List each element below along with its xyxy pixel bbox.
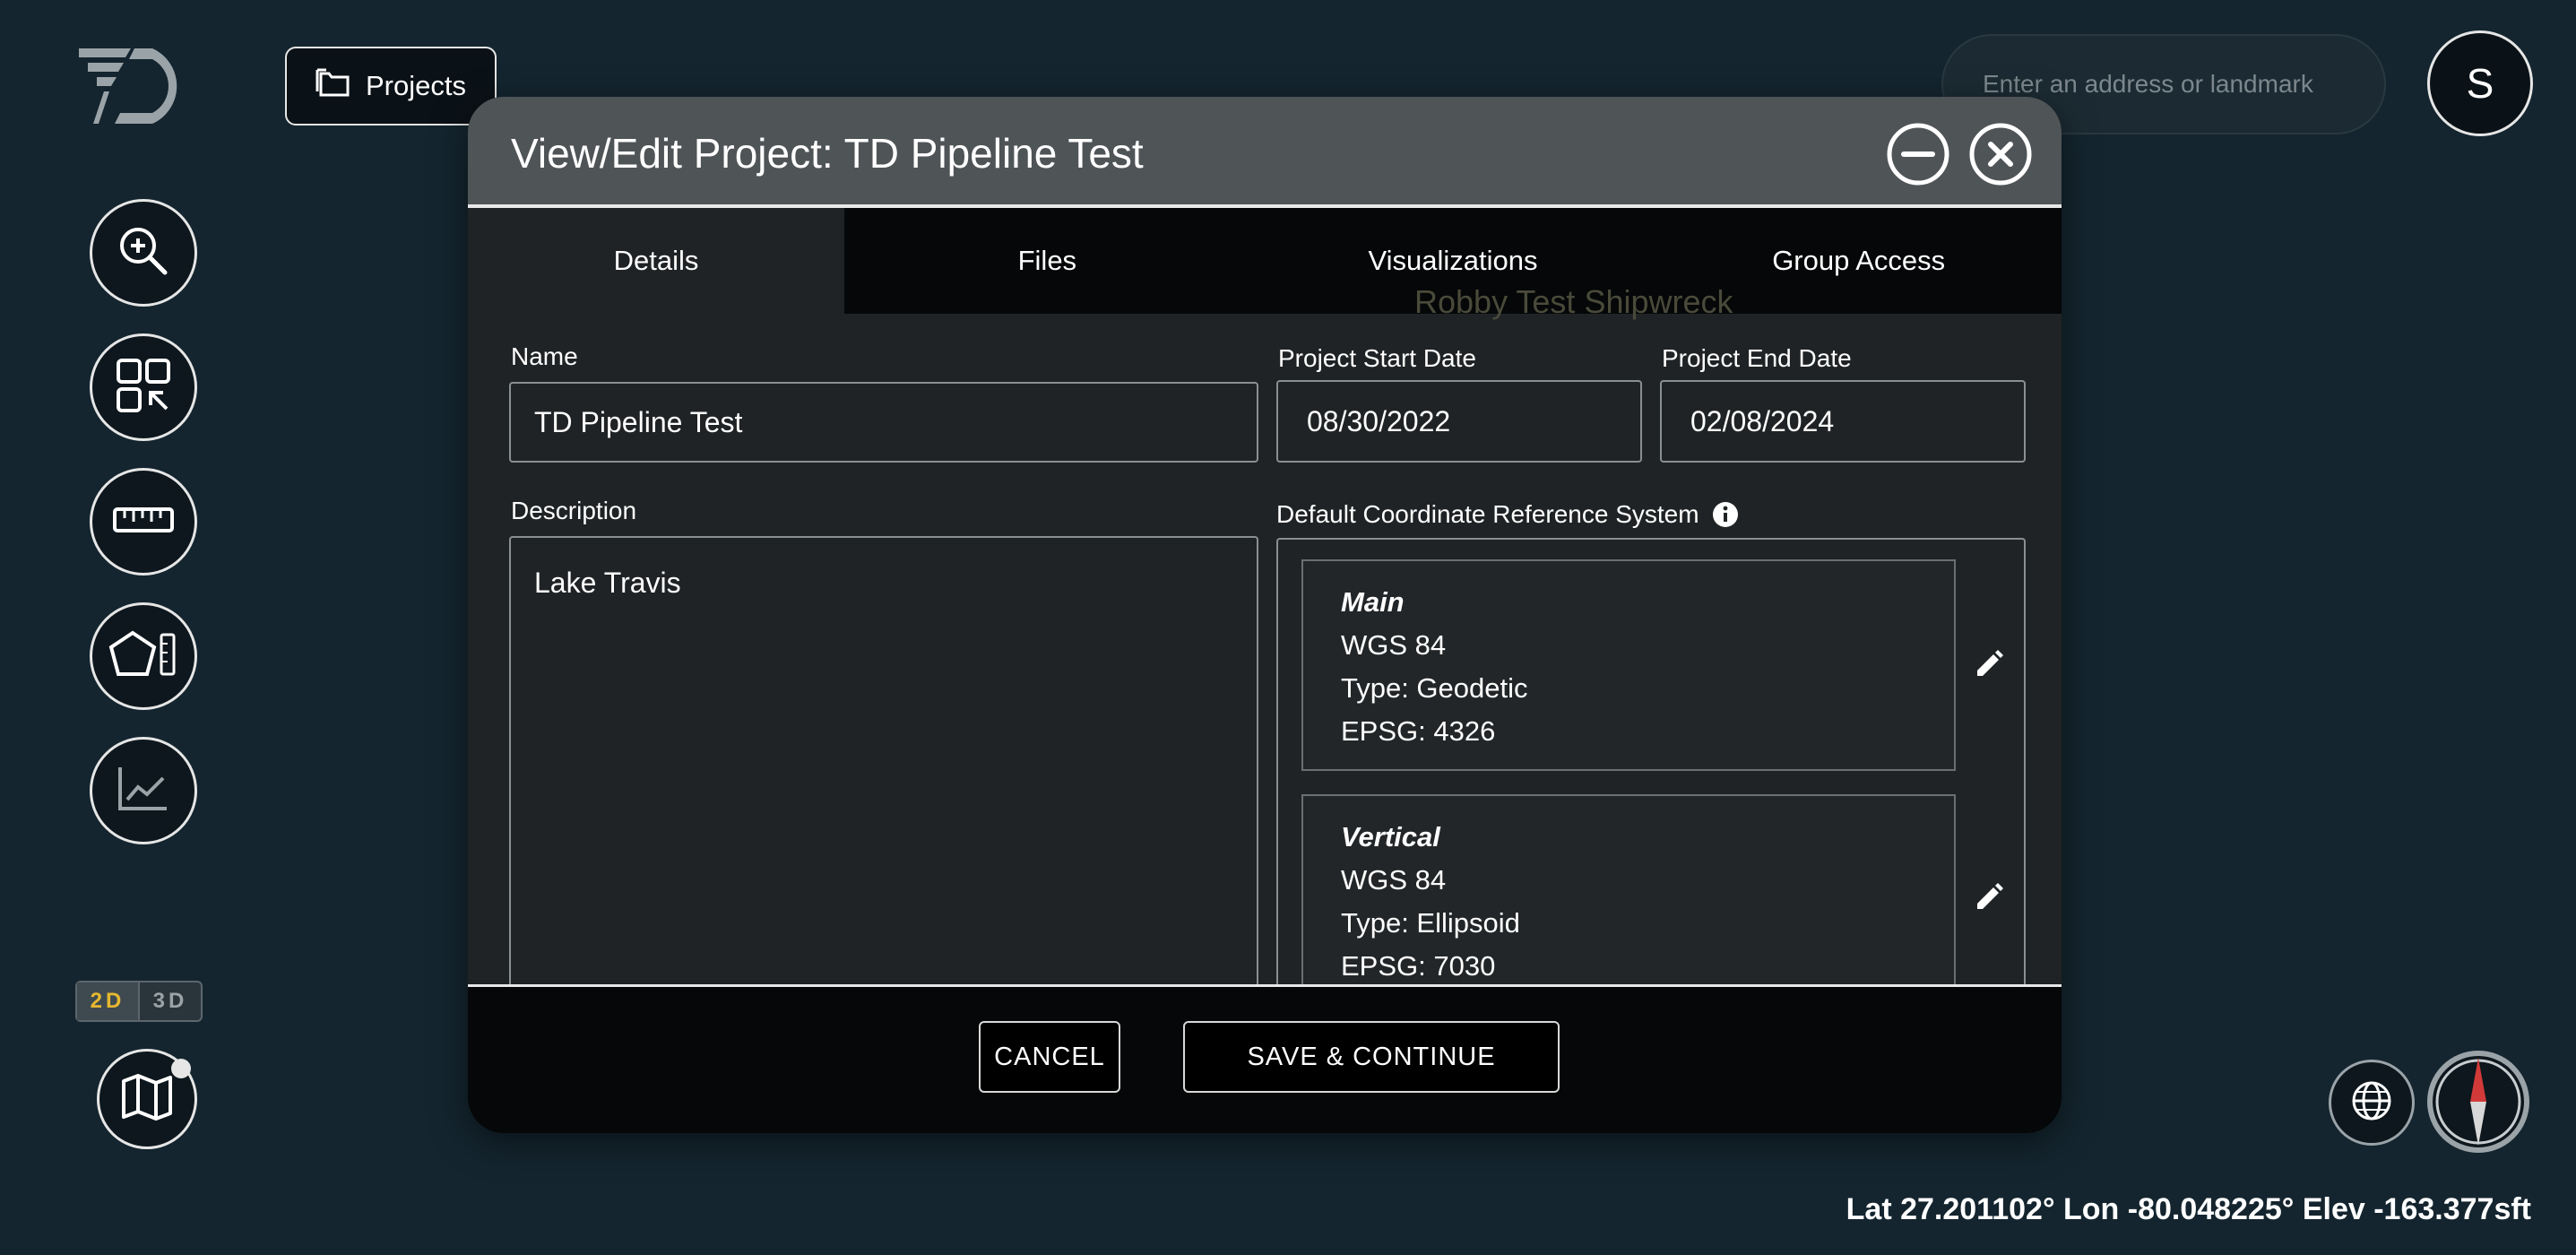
measure-distance-button[interactable] — [90, 468, 197, 576]
crs-vertical-title: Vertical — [1341, 821, 1440, 853]
zoom-button[interactable] — [90, 199, 197, 307]
line-chart-icon — [117, 764, 170, 818]
map-label-behind: Robby Test Shipwreck — [1414, 283, 1733, 320]
compass-button[interactable] — [2425, 1049, 2531, 1155]
tab-files[interactable]: Files — [844, 208, 1250, 314]
user-avatar[interactable]: S — [2427, 30, 2533, 136]
projects-button[interactable]: Projects — [285, 47, 497, 126]
crs-label: Default Coordinate Reference System — [1276, 500, 1699, 528]
end-date-label: Project End Date — [1662, 344, 1852, 372]
start-date-label: Project Start Date — [1278, 344, 1476, 372]
close-button[interactable] — [1968, 122, 2033, 186]
pencil-icon — [1977, 650, 2003, 676]
folder-icon — [316, 66, 351, 106]
measure-area-button[interactable] — [90, 602, 197, 710]
chart-button[interactable] — [90, 737, 197, 844]
crs-vertical-epsg: EPSG: 7030 — [1341, 950, 1496, 982]
crs-vertical-name: WGS 84 — [1341, 864, 1447, 896]
crs-main-title: Main — [1341, 586, 1405, 618]
globe-button[interactable] — [2329, 1060, 2415, 1146]
info-icon[interactable] — [1712, 501, 1739, 528]
crs-label-row: Default Coordinate Reference System — [1276, 500, 1739, 529]
dialog-title: View/Edit Project: TD Pipeline Test — [511, 130, 1144, 177]
pencil-icon — [1977, 883, 2003, 909]
edit-main-crs-button[interactable] — [1970, 647, 2006, 683]
projects-label: Projects — [366, 70, 466, 101]
name-field[interactable]: TD Pipeline Test — [509, 382, 1258, 463]
map-icon — [120, 1072, 174, 1127]
dimension-toggle[interactable]: 2D 3D — [75, 981, 203, 1022]
zoom-in-icon — [115, 222, 172, 284]
crs-vertical-type: Type: Ellipsoid — [1341, 907, 1520, 939]
crs-card-main: Main WGS 84 Type: Geodetic EPSG: 4326 — [1301, 559, 1956, 771]
tab-details[interactable]: Details — [468, 208, 844, 314]
crs-main-epsg: EPSG: 4326 — [1341, 715, 1496, 747]
crs-main-type: Type: Geodetic — [1341, 672, 1528, 704]
close-icon — [1969, 123, 2032, 186]
start-date-field[interactable]: 08/30/2022 — [1276, 380, 1642, 463]
scan-button[interactable] — [90, 333, 197, 441]
edit-vertical-crs-button[interactable] — [1970, 880, 2006, 916]
crs-main-name: WGS 84 — [1341, 629, 1447, 661]
end-date-field[interactable]: 02/08/2024 — [1660, 380, 2026, 463]
app-logo — [79, 45, 201, 127]
qr-scan-icon — [115, 357, 172, 419]
compass-icon — [2427, 1051, 2529, 1153]
map-indicator-dot — [171, 1059, 191, 1078]
minimize-button[interactable] — [1886, 122, 1950, 186]
save-continue-button[interactable]: SAVE & CONTINUE — [1183, 1021, 1560, 1093]
dialog-tabs: Details Files Visualizations Group Acces… — [468, 208, 2062, 314]
polygon-measure-icon — [108, 628, 179, 686]
ruler-icon — [112, 504, 175, 541]
dialog-header: View/Edit Project: TD Pipeline Test — [468, 97, 2062, 208]
map-layers-button[interactable] — [97, 1049, 197, 1149]
address-search-input[interactable] — [1981, 69, 2361, 100]
cancel-button[interactable]: CANCEL — [979, 1021, 1120, 1093]
dialog-footer: CANCEL SAVE & CONTINUE — [468, 984, 2062, 1133]
name-label: Name — [511, 342, 578, 370]
minimize-icon — [1887, 123, 1949, 186]
toggle-2d[interactable]: 2D — [77, 982, 140, 1020]
cursor-coordinates: Lat 27.201102° Lon -80.048225° Elev -163… — [1846, 1192, 2531, 1226]
edit-project-dialog: View/Edit Project: TD Pipeline Test Deta… — [468, 97, 2062, 1133]
description-label: Description — [511, 497, 637, 524]
globe-icon — [2350, 1079, 2393, 1127]
toggle-3d[interactable]: 3D — [140, 982, 201, 1020]
